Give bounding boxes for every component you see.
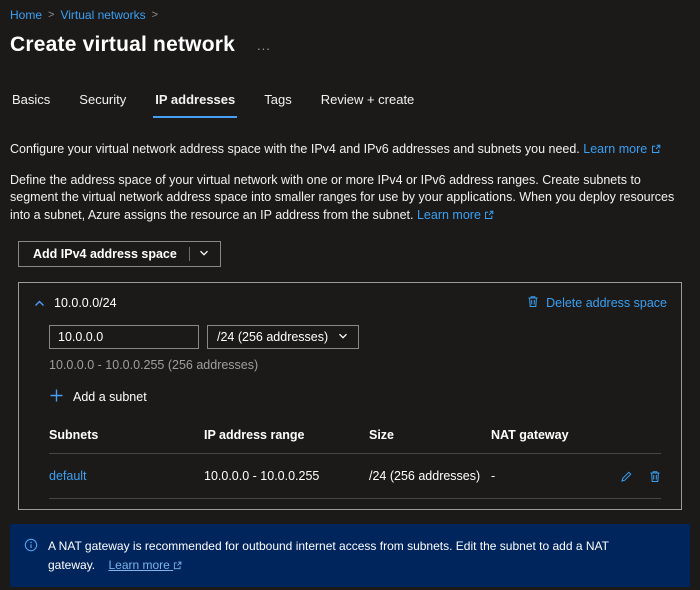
subnet-ip-range: 10.0.0.0 - 10.0.0.255 (204, 469, 320, 483)
intro-learn-more-link[interactable]: Learn more (583, 142, 660, 156)
plus-icon (49, 388, 64, 406)
tab-basics[interactable]: Basics (10, 88, 52, 118)
add-subnet-label: Add a subnet (73, 390, 147, 404)
address-range-text: 10.0.0.0 - 10.0.0.255 (256 addresses) (49, 358, 259, 372)
banner-text: A NAT gateway is recommended for outboun… (48, 537, 618, 574)
more-options-icon[interactable]: ... (257, 38, 271, 53)
description-text-body: Define the address space of your virtual… (10, 172, 675, 222)
address-space-input[interactable] (49, 325, 199, 349)
description-text: Define the address space of your virtual… (10, 172, 688, 225)
intro-text: Configure your virtual network address s… (10, 141, 688, 159)
address-size-value: /24 (256 addresses) (217, 330, 329, 344)
create-virtual-network-page: Home > Virtual networks > Create virtual… (0, 0, 700, 588)
address-space-header: 10.0.0.0/24 Delete address space (33, 295, 667, 311)
intro-text-body: Configure your virtual network address s… (10, 142, 580, 156)
trash-icon (527, 295, 539, 311)
subnet-table: Subnets IP address range Size NAT gatewa… (49, 428, 661, 499)
tab-tags[interactable]: Tags (262, 88, 293, 118)
chevron-right-icon: > (151, 9, 159, 21)
banner-learn-more-link[interactable]: Learn more (108, 558, 182, 572)
collapse-chevron-up-icon[interactable] (33, 297, 46, 310)
subnet-size: /24 (256 addresses) (369, 469, 481, 483)
address-space-inputs: /24 (256 addresses) (49, 325, 667, 349)
column-header-subnets: Subnets (49, 428, 99, 442)
chevron-down-icon[interactable] (198, 247, 210, 262)
nat-gateway-info-banner: A NAT gateway is recommended for outboun… (10, 524, 690, 588)
subnet-name-link[interactable]: default (49, 469, 204, 483)
add-subnet-button[interactable]: Add a subnet (49, 388, 147, 406)
subnet-table-header: Subnets IP address range Size NAT gatewa… (49, 428, 661, 454)
external-link-icon (651, 142, 661, 156)
address-size-select[interactable]: /24 (256 addresses) (207, 325, 360, 349)
delete-address-space-label: Delete address space (546, 296, 667, 310)
button-divider (188, 247, 190, 261)
title-row: Create virtual network ... (10, 33, 690, 57)
breadcrumb-virtual-networks-link[interactable]: Virtual networks (60, 8, 145, 22)
tab-security[interactable]: Security (77, 88, 128, 118)
tab-review-create[interactable]: Review + create (319, 88, 417, 118)
learn-more-label: Learn more (583, 142, 648, 156)
tab-ip-addresses[interactable]: IP addresses (153, 88, 238, 118)
breadcrumb-home-link[interactable]: Home (10, 8, 42, 22)
delete-subnet-trash-icon[interactable] (649, 470, 661, 483)
address-space-card: 10.0.0.0/24 Delete address space /24 (25… (18, 282, 682, 510)
column-header-nat-gateway: NAT gateway (491, 428, 569, 442)
external-link-icon (484, 208, 494, 222)
column-header-ip-range: IP address range (204, 428, 305, 442)
learn-more-label: Learn more (108, 557, 170, 572)
info-icon (24, 538, 38, 555)
row-actions (609, 470, 661, 483)
edit-pencil-icon[interactable] (620, 470, 633, 483)
external-link-icon (173, 558, 182, 572)
address-space-title: 10.0.0.0/24 (54, 296, 117, 310)
chevron-down-icon (337, 330, 349, 345)
table-row: default 10.0.0.0 - 10.0.0.255 /24 (256 a… (49, 454, 661, 499)
add-ipv4-address-space-button[interactable]: Add IPv4 address space (18, 241, 221, 267)
description-learn-more-link[interactable]: Learn more (417, 208, 494, 222)
delete-address-space-button[interactable]: Delete address space (527, 295, 667, 311)
page-title: Create virtual network (10, 33, 235, 56)
subnet-nat-gateway: - (491, 469, 496, 483)
add-ipv4-address-space-label: Add IPv4 address space (33, 247, 177, 261)
learn-more-label: Learn more (416, 207, 481, 222)
breadcrumb: Home > Virtual networks > (10, 8, 690, 22)
column-header-size: Size (369, 428, 395, 442)
tab-bar: Basics Security IP addresses Tags Review… (10, 88, 690, 118)
chevron-right-icon: > (48, 9, 55, 21)
